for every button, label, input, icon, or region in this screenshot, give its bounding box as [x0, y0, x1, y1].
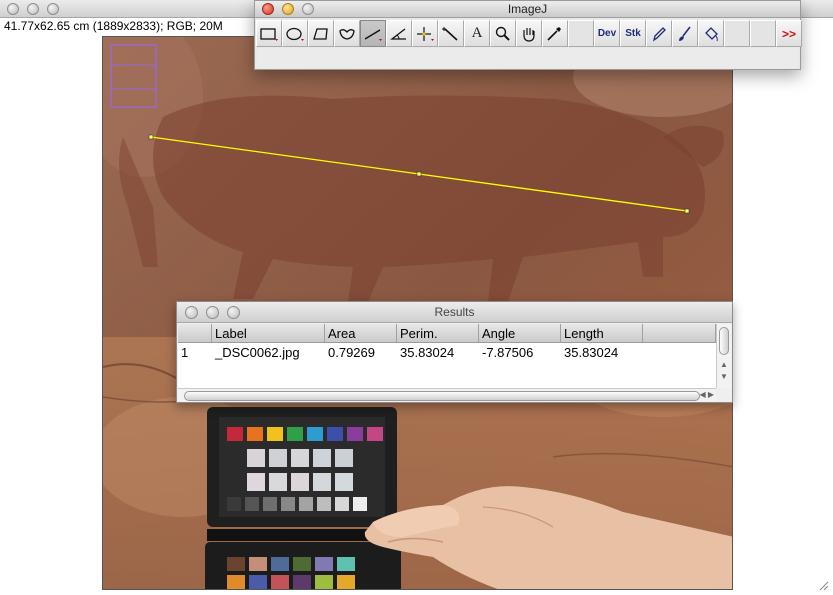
bucket-icon	[705, 26, 718, 41]
polygon-tool[interactable]	[308, 20, 334, 47]
freehand-icon	[339, 28, 355, 40]
cell-empty	[643, 343, 716, 363]
results-title: Results	[434, 305, 475, 319]
empty-tool-slot	[724, 20, 750, 47]
line-tool[interactable]	[360, 20, 386, 47]
screen: 41.77x62.65 cm (1889x2833); RGB; 20M Ima…	[0, 0, 833, 595]
vertical-scrollbar[interactable]: ▲ ▼	[716, 324, 731, 388]
cell-index: 1	[181, 345, 189, 360]
polygon-icon	[313, 27, 328, 40]
image-info-text: 41.77x62.65 cm (1889x2833); RGB; 20M	[4, 19, 223, 33]
imagej-toolbar-window: ImageJ A Dev Stk >>	[254, 0, 802, 70]
crosshair-icon	[417, 26, 434, 41]
color-checker-card	[205, 407, 401, 589]
imagej-titlebar[interactable]: ImageJ	[255, 1, 800, 18]
scroll-left-right-arrows-icon[interactable]: ◀ ▶	[699, 390, 714, 399]
header-perim[interactable]: Perim.	[397, 324, 479, 342]
horizontal-scroll-thumb[interactable]	[184, 391, 700, 401]
tool-row: A Dev Stk >>	[256, 20, 802, 47]
color-picker-tool[interactable]	[542, 20, 568, 47]
header-index[interactable]	[178, 324, 212, 342]
rectangle-tool[interactable]	[256, 20, 282, 47]
oval-icon	[286, 27, 304, 41]
pencil-tool[interactable]	[646, 20, 672, 47]
zoom-button[interactable]	[47, 3, 59, 15]
line-handle-start[interactable]	[148, 134, 154, 140]
oval-tool[interactable]	[282, 20, 308, 47]
results-titlebar[interactable]: Results	[177, 302, 732, 323]
rectangle-icon	[260, 27, 278, 41]
empty-tool-slot	[568, 20, 594, 47]
text-tool[interactable]: A	[464, 20, 490, 47]
scroll-down-arrow-icon[interactable]: ▼	[720, 372, 728, 381]
header-empty	[643, 324, 716, 342]
imagej-title: ImageJ	[507, 2, 548, 16]
cell-angle: -7.87506	[482, 345, 534, 360]
hand-icon	[523, 27, 535, 42]
results-header-row: Label Area Perim. Angle Length	[178, 324, 716, 343]
scroll-tool[interactable]	[516, 20, 542, 47]
stack-menu-tool[interactable]: Stk	[620, 20, 646, 47]
eyedropper-icon	[547, 26, 561, 41]
freehand-tool[interactable]	[334, 20, 360, 47]
brush-tool[interactable]	[672, 20, 698, 47]
header-angle[interactable]: Angle	[479, 324, 561, 342]
header-area[interactable]: Area	[325, 324, 397, 342]
header-label[interactable]: Label	[212, 324, 325, 342]
resize-grip-icon[interactable]	[819, 581, 829, 591]
cell-label: _DSC0062.jpg	[215, 345, 300, 360]
line-handle-mid[interactable]	[416, 171, 422, 177]
table-row[interactable]: 1 _DSC0062.jpg 0.79269 35.83024 -7.87506…	[178, 343, 716, 363]
pencil-icon	[652, 26, 666, 41]
dev-menu-tool[interactable]: Dev	[594, 20, 620, 47]
empty-tool-slot	[750, 20, 776, 47]
minimize-button[interactable]	[27, 3, 39, 15]
status-bar	[257, 48, 798, 68]
angle-tool[interactable]	[386, 20, 412, 47]
scroll-up-arrow-icon[interactable]: ▲	[720, 360, 728, 369]
wand-icon	[442, 26, 458, 41]
results-window: Results Label Area Perim. Angle Length 1…	[176, 301, 733, 403]
more-label: >>	[781, 26, 796, 41]
brush-icon	[679, 26, 691, 41]
close-button[interactable]	[7, 3, 19, 15]
magnifier-icon	[495, 26, 510, 41]
header-length[interactable]: Length	[561, 324, 643, 342]
line-icon	[364, 28, 382, 41]
magnifier-tool[interactable]	[490, 20, 516, 47]
horizontal-scrollbar[interactable]: ◀ ▶	[178, 388, 716, 402]
results-table: Label Area Perim. Angle Length 1 _DSC006…	[178, 324, 716, 388]
cell-length: 35.83024	[564, 345, 619, 360]
angle-icon	[390, 27, 406, 40]
dev-label: Dev	[597, 28, 617, 39]
vertical-scroll-thumb[interactable]	[719, 327, 729, 355]
point-tool[interactable]	[412, 20, 438, 47]
flood-fill-tool[interactable]	[698, 20, 724, 47]
text-tool-icon: A	[471, 25, 483, 41]
more-tools-button[interactable]: >>	[776, 20, 802, 47]
stk-label: Stk	[625, 28, 641, 39]
cell-area: 0.79269	[328, 345, 375, 360]
wand-tool[interactable]	[438, 20, 464, 47]
line-handle-end[interactable]	[684, 208, 690, 214]
cell-perim: 35.83024	[400, 345, 455, 360]
